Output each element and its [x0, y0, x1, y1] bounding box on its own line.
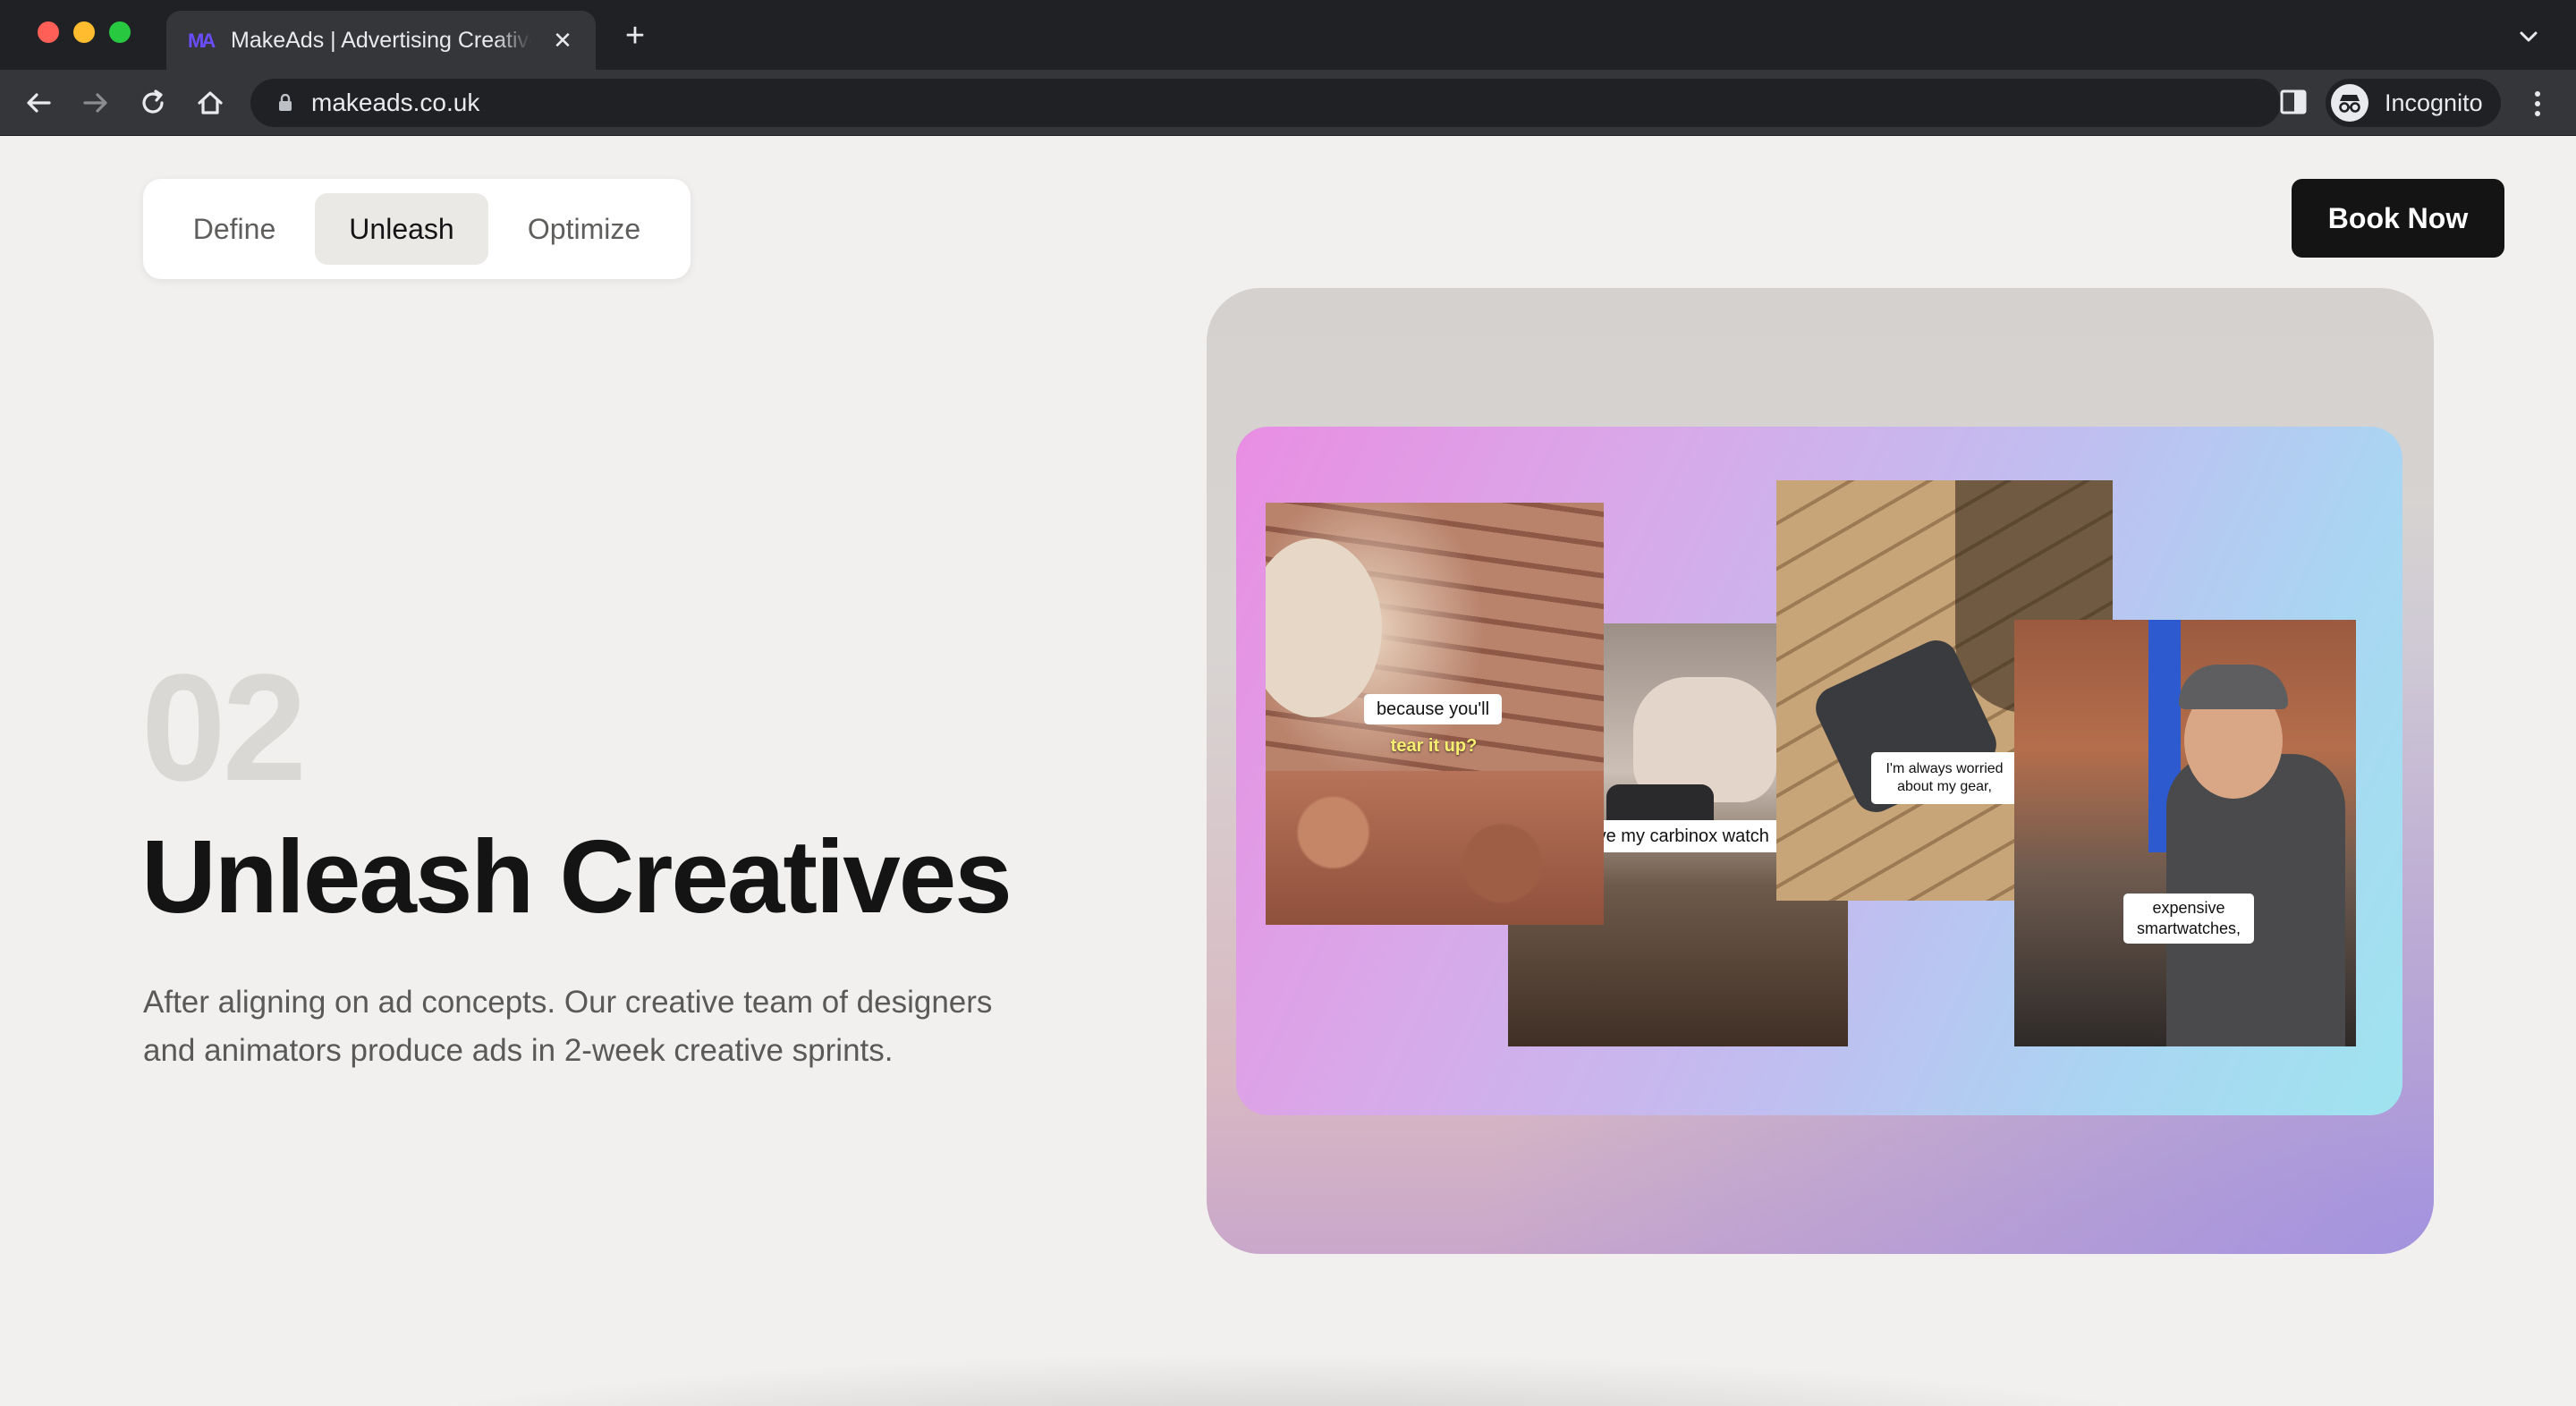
new-tab-button[interactable]: +: [619, 19, 651, 53]
home-icon[interactable]: [191, 84, 229, 122]
clip-caption: I'm always worried about my gear,: [1871, 752, 2018, 804]
incognito-label: Incognito: [2385, 89, 2483, 116]
close-window-button[interactable]: [38, 21, 59, 43]
process-step-tabs: Define Unleash Optimize: [143, 179, 691, 279]
makeads-favicon-icon: MA: [188, 30, 216, 52]
page-title: Unleash Creatives: [141, 818, 1013, 935]
url-text[interactable]: makeads.co.uk: [311, 88, 479, 118]
address-bar[interactable]: makeads.co.uk: [250, 79, 2490, 127]
reload-icon[interactable]: [134, 84, 172, 122]
browser-toolbar: makeads.co.uk Incognito: [0, 70, 2576, 136]
dirt-ground-shape: [1266, 771, 1604, 925]
side-panel-icon[interactable]: [2277, 86, 2309, 118]
tab-search-icon[interactable]: [2515, 23, 2542, 50]
incognito-icon: [2331, 84, 2368, 122]
clip-caption: because you'll: [1364, 694, 1502, 724]
ad-clip-garage-man: expensive smartwatches,: [2014, 620, 2356, 1046]
hand-shape: [1633, 677, 1776, 802]
maximize-window-button[interactable]: [109, 21, 131, 43]
step-number: 02: [141, 643, 307, 813]
ad-clip-excavator-dirt: because you'll tear it up?: [1266, 503, 1604, 925]
excavator-drum-shape: [1266, 538, 1382, 717]
clip-caption: expensive smartwatches,: [2123, 894, 2254, 944]
more-icon[interactable]: [2524, 86, 2551, 122]
browser-tab-strip: MA MakeAds | Advertising Creative ✕ +: [0, 0, 2576, 70]
back-icon[interactable]: [20, 84, 57, 122]
tab-define[interactable]: Define: [157, 193, 311, 265]
minimize-window-button[interactable]: [73, 21, 95, 43]
next-section-shadow: [286, 1352, 2290, 1406]
incognito-profile-button[interactable]: Incognito: [2326, 79, 2501, 127]
browser-tab-active[interactable]: MA MakeAds | Advertising Creative ✕: [166, 11, 596, 70]
tab-optimize[interactable]: Optimize: [492, 193, 676, 265]
tab-unleash[interactable]: Unleash: [315, 193, 488, 265]
forward-icon[interactable]: [77, 84, 114, 122]
section-description: After aligning on ad concepts. Our creat…: [143, 985, 993, 1068]
clip-caption-highlight: tear it up?: [1390, 736, 1478, 756]
lock-icon: [277, 93, 293, 112]
tab-close-icon[interactable]: ✕: [549, 27, 576, 54]
tab-title: MakeAds | Advertising Creative: [231, 25, 531, 55]
person-cap-shape: [2179, 665, 2288, 709]
book-now-button[interactable]: Book Now: [2292, 179, 2504, 258]
